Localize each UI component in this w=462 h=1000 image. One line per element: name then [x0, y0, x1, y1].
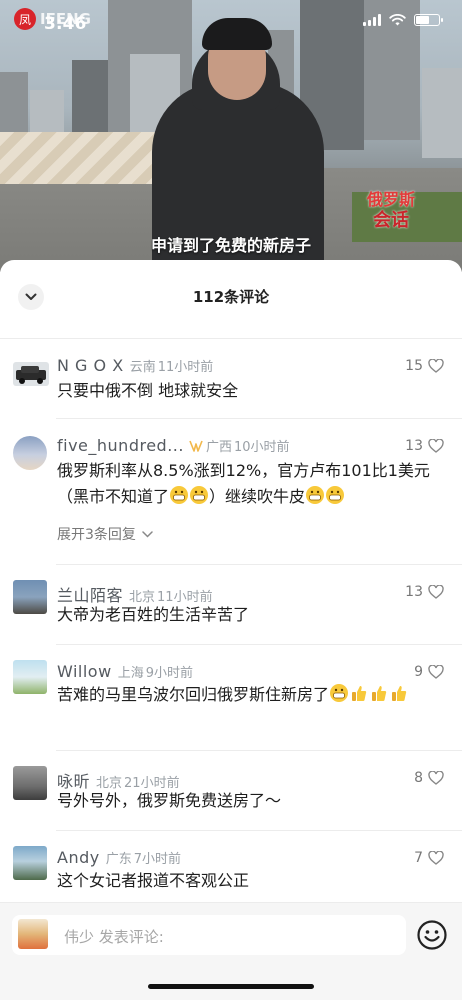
comment-text-body: 俄罗斯利率从8.5%涨到12%，官方卢布101比1美元（黑市不知道了 ）继续吹牛皮: [57, 458, 442, 513]
comment-item[interactable]: 咏昕 北京 21小时前 8 号外号外，俄罗斯免费送房了～: [0, 750, 462, 830]
like-count: 7: [414, 850, 423, 866]
like-count: 13: [405, 438, 423, 454]
badge-icon: [188, 440, 204, 455]
comment-item[interactable]: 兰山陌客 北京 11小时前 13 大帝为老百姓的生活辛苦了: [0, 564, 462, 644]
heart-icon: [428, 771, 444, 785]
wifi-icon: [389, 14, 406, 26]
comment-text-body: 苦难的马里乌波尔回归俄罗斯住新房了: [57, 682, 442, 711]
comment-text: 大帝为老百姓的生活辛苦了: [57, 605, 250, 624]
my-avatar: [18, 919, 48, 949]
comment-input[interactable]: 伟少 发表评论:: [12, 915, 406, 955]
comment-author[interactable]: five_hundred...: [57, 436, 184, 455]
grin-emoji-icon: [325, 485, 345, 513]
grin-emoji-icon: [169, 485, 189, 513]
avatar[interactable]: [13, 846, 47, 880]
like-count: 13: [405, 584, 423, 600]
like-button[interactable]: 13: [405, 584, 444, 600]
like-button[interactable]: 9: [414, 664, 444, 680]
cellular-signal-icon: [363, 14, 381, 26]
grin-emoji-icon: [189, 485, 209, 513]
like-button[interactable]: 8: [414, 770, 444, 786]
video-player[interactable]: 凤 IFENG 3:46 俄罗斯 会话 申请到了免费的新房子: [0, 0, 462, 272]
like-count: 15: [405, 358, 423, 374]
comment-input-placeholder: 伟少 发表评论:: [64, 928, 164, 946]
like-count: 8: [414, 770, 423, 786]
chevron-down-icon: [142, 530, 153, 538]
comment-author[interactable]: Willow: [57, 662, 112, 681]
comment-item[interactable]: five_hundred... 广西 10小时前 13 俄罗斯利率从8.5%涨到…: [0, 418, 462, 564]
avatar[interactable]: [13, 580, 47, 614]
comment-text: 号外号外，俄罗斯免费送房了～: [57, 791, 282, 810]
comment-location: 上海: [117, 666, 144, 681]
comment-item[interactable]: Andy 广东 7小时前 7 这个女记者报道不客观公正: [0, 830, 462, 902]
emoji-button[interactable]: [416, 919, 448, 951]
channel-badge: 俄罗斯 会话: [362, 186, 420, 231]
comment-author[interactable]: Andy: [57, 848, 100, 867]
status-bar: 凤 IFENG 3:46: [0, 0, 462, 48]
comment-text: 只要中俄不倒 地球就安全: [57, 381, 239, 400]
comment-author[interactable]: N G O X: [57, 356, 124, 375]
heart-icon: [428, 851, 444, 865]
grin-emoji-icon: [329, 683, 349, 711]
thumbs-up-emoji-icon: [389, 683, 409, 711]
avatar[interactable]: [13, 362, 49, 386]
comment-time: 11小时前: [157, 360, 214, 375]
heart-icon: [428, 665, 444, 679]
expand-replies-label: 展开3条回复: [57, 527, 136, 543]
like-count: 9: [414, 664, 423, 680]
comment-text: 苦难的马里乌波尔回归俄罗斯住新房了: [57, 685, 330, 704]
thumbs-up-emoji-icon: [369, 683, 389, 711]
grin-emoji-icon: [305, 485, 325, 513]
comment-location: 广东: [105, 852, 132, 867]
comment-location: 云南: [129, 360, 156, 375]
status-time: 3:46: [44, 14, 87, 34]
heart-icon: [428, 359, 444, 373]
comment-text-tail: ）继续吹牛皮: [209, 487, 306, 506]
like-button[interactable]: 15: [405, 358, 444, 374]
comments-count-title: 112条评论: [192, 288, 270, 306]
expand-replies-button[interactable]: 展开3条回复: [57, 524, 153, 544]
avatar[interactable]: [13, 766, 47, 800]
like-button[interactable]: 7: [414, 850, 444, 866]
comment-time: 9小时前: [145, 666, 193, 681]
comment-text: 这个女记者报道不客观公正: [57, 871, 250, 890]
home-indicator[interactable]: [148, 984, 314, 989]
avatar[interactable]: [13, 436, 47, 470]
avatar[interactable]: [13, 660, 47, 694]
comment-item[interactable]: N G O X 云南 11小时前 15 只要中俄不倒 地球就安全: [0, 338, 462, 418]
comments-header: 112条评论: [0, 260, 462, 332]
comment-time: 10小时前: [233, 440, 290, 455]
heart-icon: [428, 585, 444, 599]
video-subtitle: 申请到了免费的新房子: [150, 236, 311, 255]
like-button[interactable]: 13: [405, 438, 444, 454]
comment-time: 7小时前: [133, 852, 182, 867]
heart-icon: [428, 439, 444, 453]
battery-icon: [414, 14, 443, 26]
comment-location: 广西: [205, 440, 232, 455]
thumbs-up-emoji-icon: [349, 683, 369, 711]
comment-item[interactable]: Willow 上海 9小时前 9 苦难的马里乌波尔回归俄罗斯住新房了: [0, 644, 462, 750]
logo-mark: 凤: [14, 8, 36, 30]
smiley-icon: [417, 920, 447, 950]
